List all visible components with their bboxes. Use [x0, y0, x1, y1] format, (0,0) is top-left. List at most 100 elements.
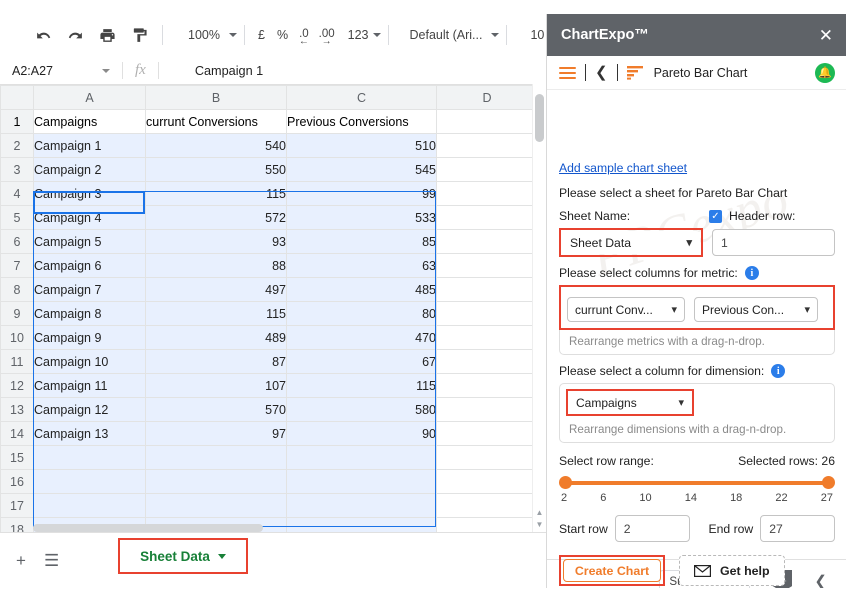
plus-icon[interactable]: + — [16, 551, 26, 571]
increase-decimal-button[interactable]: .00 → — [314, 29, 340, 47]
cell-c1[interactable]: Previous Conversions — [286, 109, 437, 134]
grid-cell[interactable]: 470 — [286, 325, 437, 350]
vertical-scroll-thumb[interactable] — [535, 94, 544, 142]
grid-cell[interactable] — [436, 421, 538, 446]
cell-b1[interactable]: currunt Conversions — [145, 109, 287, 134]
grid-cell[interactable] — [436, 373, 538, 398]
grid-cell[interactable]: 497 — [145, 277, 287, 302]
grid-cell[interactable] — [436, 349, 538, 374]
grid-cell[interactable]: 572 — [145, 205, 287, 230]
grid-cell[interactable] — [436, 493, 538, 518]
row-header[interactable]: 18 — [0, 517, 34, 533]
grid-cell[interactable]: Campaign 2 — [33, 157, 146, 182]
vertical-scrollbar[interactable]: ▲ ▼ — [532, 84, 546, 532]
grid-cell[interactable]: 550 — [145, 157, 287, 182]
grid-cell[interactable]: 63 — [286, 253, 437, 278]
grid-cell[interactable]: 115 — [145, 301, 287, 326]
grid-cell[interactable]: Campaign 1 — [33, 133, 146, 158]
row-header[interactable]: 14 — [0, 421, 34, 446]
metric-chip-previous[interactable]: Previous Con... ▾ — [694, 297, 818, 322]
close-icon[interactable]: ✕ — [819, 27, 833, 44]
column-header-c[interactable]: C — [286, 85, 437, 110]
undo-icon[interactable] — [30, 22, 56, 48]
row-header[interactable]: 15 — [0, 445, 34, 470]
sheet-name-select[interactable]: Sheet Data ▾ — [562, 231, 700, 254]
header-row-checkbox[interactable]: ✓ — [709, 209, 722, 223]
sheet-list-icon[interactable]: ☰ — [44, 551, 59, 571]
grid-cell[interactable]: Campaign 6 — [33, 253, 146, 278]
grid-cell[interactable]: 87 — [145, 349, 287, 374]
grid-cell[interactable] — [436, 253, 538, 278]
grid-cell[interactable]: 85 — [286, 229, 437, 254]
grid-cell[interactable]: 545 — [286, 157, 437, 182]
scroll-up-icon[interactable]: ▲ — [534, 507, 545, 518]
grid-cell[interactable]: 93 — [145, 229, 287, 254]
dimension-dropzone[interactable]: Campaigns ▾ Rearrange dimensions with a … — [559, 383, 835, 443]
print-icon[interactable] — [94, 22, 120, 48]
grid-cell[interactable] — [145, 493, 287, 518]
grid-cell[interactable] — [33, 469, 146, 494]
row-header[interactable]: 13 — [0, 397, 34, 422]
metric-dropzone[interactable]: currunt Conv... ▾ Previous Con... ▾ — [561, 292, 833, 328]
chevron-down-icon[interactable] — [217, 553, 226, 559]
column-header-d[interactable]: D — [436, 85, 538, 110]
chevron-down-icon[interactable] — [102, 68, 110, 73]
zoom-selector[interactable]: 100% — [188, 28, 237, 42]
grid-cell[interactable] — [286, 445, 437, 470]
info-icon[interactable]: i — [771, 364, 786, 378]
grid-cell[interactable]: 80 — [286, 301, 437, 326]
create-chart-button[interactable]: Create Chart — [563, 559, 661, 582]
row-header[interactable]: 5 — [0, 205, 34, 230]
row-header[interactable]: 11 — [0, 349, 34, 374]
row-header[interactable]: 1 — [0, 109, 34, 134]
get-help-button[interactable]: Get help — [679, 555, 785, 586]
add-sample-chart-sheet-link[interactable]: Add sample chart sheet — [559, 161, 687, 175]
grid-cell[interactable]: 115 — [145, 181, 287, 206]
grid-cell[interactable]: 115 — [286, 373, 437, 398]
header-row-input[interactable]: 1 — [712, 229, 835, 256]
grid-cell[interactable]: 107 — [145, 373, 287, 398]
grid-cell[interactable]: Campaign 12 — [33, 397, 146, 422]
grid-cell[interactable] — [436, 325, 538, 350]
row-header[interactable]: 6 — [0, 229, 34, 254]
grid-cell[interactable]: 485 — [286, 277, 437, 302]
grid-cell[interactable] — [436, 277, 538, 302]
grid-cell[interactable] — [286, 469, 437, 494]
grid-cell[interactable] — [436, 205, 538, 230]
grid-cell[interactable] — [33, 445, 146, 470]
scroll-down-icon[interactable]: ▼ — [534, 519, 545, 530]
slider-knob-end[interactable] — [822, 476, 835, 489]
grid-cell[interactable]: 489 — [145, 325, 287, 350]
grid-cell[interactable] — [33, 493, 146, 518]
horizontal-scroll-thumb[interactable] — [33, 524, 263, 532]
redo-icon[interactable] — [62, 22, 88, 48]
name-box[interactable]: A2:A27 — [0, 64, 100, 78]
grid-cell[interactable]: 99 — [286, 181, 437, 206]
row-header[interactable]: 4 — [0, 181, 34, 206]
row-header[interactable]: 7 — [0, 253, 34, 278]
font-selector[interactable]: Default (Ari... — [410, 28, 500, 42]
grid-cell[interactable]: Campaign 9 — [33, 325, 146, 350]
grid-cell[interactable]: Campaign 11 — [33, 373, 146, 398]
percent-format-button[interactable]: % — [271, 22, 294, 48]
grid-cell[interactable] — [436, 445, 538, 470]
grid-cell[interactable] — [436, 229, 538, 254]
grid-cell[interactable]: 88 — [145, 253, 287, 278]
grid-cell[interactable]: 580 — [286, 397, 437, 422]
metric-chip-current[interactable]: currunt Conv... ▾ — [567, 297, 685, 322]
grid-cell[interactable]: 510 — [286, 133, 437, 158]
decrease-decimal-button[interactable]: .0 ← — [294, 29, 314, 47]
hamburger-icon[interactable] — [559, 64, 576, 82]
row-header[interactable]: 2 — [0, 133, 34, 158]
grid-cell[interactable] — [145, 445, 287, 470]
select-all-corner[interactable] — [0, 85, 34, 110]
grid-cell[interactable]: Campaign 8 — [33, 301, 146, 326]
slider-knob-start[interactable] — [559, 476, 572, 489]
row-header[interactable]: 17 — [0, 493, 34, 518]
row-header[interactable]: 16 — [0, 469, 34, 494]
cell-d1[interactable] — [436, 109, 538, 134]
row-range-slider[interactable] — [559, 475, 835, 491]
chevron-left-icon[interactable]: ❮ — [595, 65, 608, 80]
grid-cell[interactable]: 90 — [286, 421, 437, 446]
grid-cell[interactable] — [436, 301, 538, 326]
